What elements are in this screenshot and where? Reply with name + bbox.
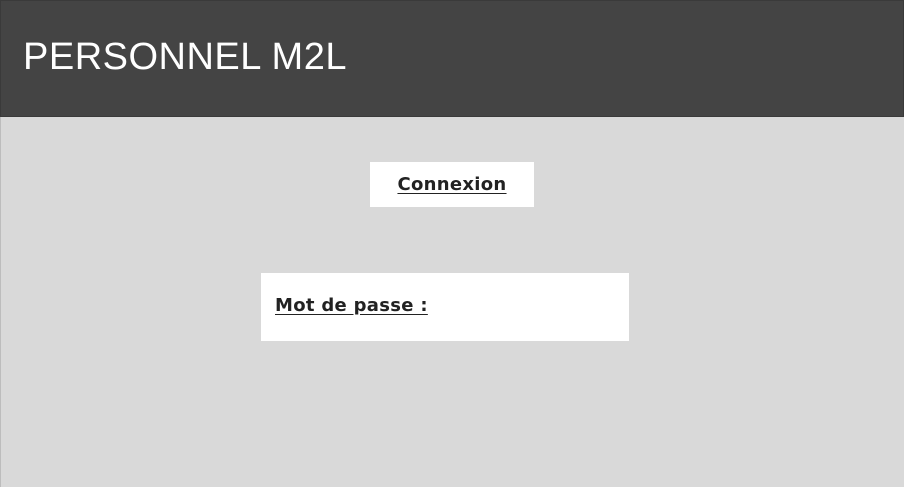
app-header: PERSONNEL M2L (0, 0, 904, 117)
app-title: PERSONNEL M2L (23, 36, 347, 78)
password-panel: Mot de passe : (261, 273, 629, 341)
login-button-label: Connexion (397, 174, 507, 195)
login-button[interactable]: Connexion (370, 162, 534, 207)
password-label: Mot de passe : (275, 295, 428, 316)
password-input[interactable] (451, 291, 615, 321)
